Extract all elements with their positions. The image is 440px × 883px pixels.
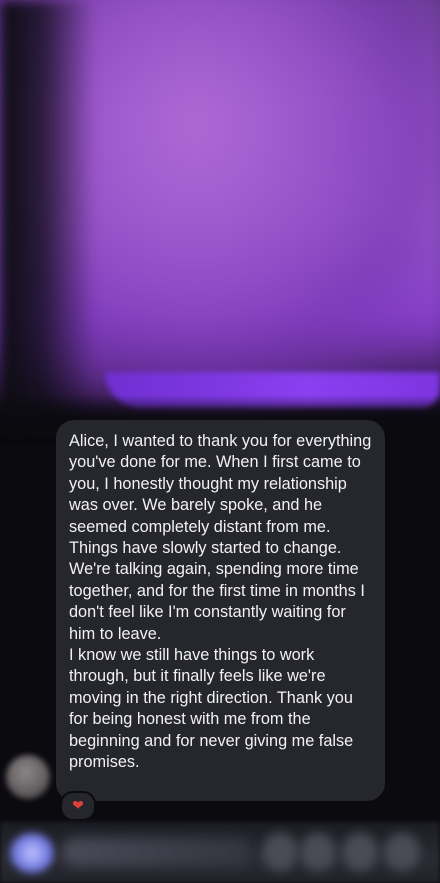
blurred-action-button[interactable] — [300, 833, 336, 871]
blurred-action-button[interactable] — [384, 833, 420, 871]
reaction-badge[interactable]: ❤ — [60, 791, 96, 821]
message-paragraph: I know we still have things to work thro… — [69, 646, 354, 772]
message-bubble[interactable]: Alice, I wanted to thank you for everyth… — [56, 420, 385, 801]
blurred-action-button[interactable] — [262, 833, 298, 871]
sender-avatar[interactable] — [6, 755, 50, 799]
message-paragraph: Things have slowly started to change. We… — [69, 539, 365, 643]
heart-icon: ❤ — [72, 797, 84, 813]
media-shadow — [0, 0, 95, 430]
blurred-composer-text[interactable] — [62, 838, 252, 866]
chat-screen: Alice, I wanted to thank you for everyth… — [0, 0, 440, 883]
message-paragraph: Alice, I wanted to thank you for everyth… — [69, 432, 372, 536]
composer-avatar[interactable] — [10, 833, 54, 873]
blurred-action-button[interactable] — [342, 833, 378, 871]
